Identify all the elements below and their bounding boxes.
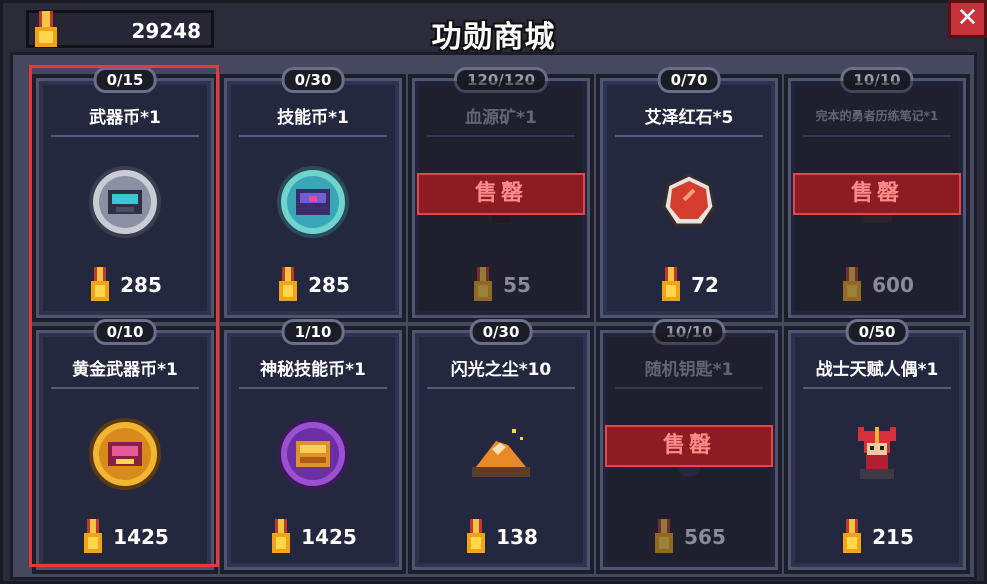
skill-coin-icon (277, 166, 349, 238)
price: 285 (39, 267, 211, 303)
price: 1425 (227, 519, 399, 555)
item-name: 黄金武器币*1 (72, 360, 178, 380)
shop-item-card[interactable]: 0/10 黄金武器币*1 1425 (36, 319, 214, 570)
price: 138 (415, 519, 587, 555)
medal-icon (474, 267, 493, 301)
medal-icon (662, 267, 681, 301)
price-value: 55 (503, 273, 531, 297)
item-name: 完本的勇者历练笔记*1 (815, 109, 939, 123)
price-value: 215 (872, 525, 914, 549)
divider (803, 135, 951, 137)
stock-counter: 0/30 (469, 319, 533, 345)
price-value: 285 (120, 273, 162, 297)
stock-counter: 0/30 (281, 67, 345, 93)
glitter-dust-icon (472, 429, 530, 477)
divider (803, 387, 951, 389)
medal-icon (84, 519, 103, 553)
weapon-coin-icon (89, 166, 161, 238)
price: 215 (791, 519, 963, 555)
sold-out-banner: 售罄 (605, 425, 773, 467)
stock-counter: 10/10 (840, 67, 914, 93)
price-value: 600 (872, 273, 914, 297)
shop-item-card[interactable]: 10/10 随机钥匙*1 售罄 565 (600, 319, 778, 570)
price: 1425 (39, 519, 211, 555)
price: 55 (415, 267, 587, 303)
warrior-doll-icon (858, 427, 896, 479)
shop-item-card[interactable]: 10/10 完本的勇者历练笔记*1 售罄 600 (788, 67, 966, 318)
price: 565 (603, 519, 775, 555)
divider (427, 135, 575, 137)
stock-counter: 10/10 (652, 319, 726, 345)
close-button[interactable]: ✕ (948, 0, 987, 38)
price-value: 565 (684, 525, 726, 549)
price: 285 (227, 267, 399, 303)
medal-icon (272, 519, 291, 553)
item-name: 随机钥匙*1 (644, 360, 734, 380)
shop-item-card[interactable]: 0/50 战士天赋人偶*1 215 (788, 319, 966, 570)
divider (239, 387, 387, 389)
shop-item-card[interactable]: 0/15 武器币*1 285 (36, 67, 214, 318)
stock-counter: 0/10 (93, 319, 157, 345)
divider (239, 135, 387, 137)
sold-out-banner: 售罄 (417, 173, 585, 215)
gold-weapon-coin-icon (89, 418, 161, 490)
medal-icon (843, 267, 862, 301)
price-value: 285 (308, 273, 350, 297)
medal-icon (91, 267, 110, 301)
mystery-skill-coin-icon (277, 418, 349, 490)
divider (615, 387, 763, 389)
price: 72 (603, 267, 775, 303)
medal-icon (279, 267, 298, 301)
divider (615, 135, 763, 137)
item-name: 艾泽红石*5 (644, 108, 734, 128)
price-value: 1425 (301, 525, 357, 549)
item-name: 闪光之尘*10 (450, 360, 552, 380)
medal-icon (655, 519, 674, 553)
stock-counter: 1/10 (281, 319, 345, 345)
stock-counter: 120/120 (453, 67, 549, 93)
item-name: 技能币*1 (277, 108, 349, 128)
item-name: 神秘技能币*1 (260, 360, 366, 380)
shop-item-card[interactable]: 0/70 艾泽红石*5 72 (600, 67, 778, 318)
price-value: 72 (691, 273, 719, 297)
red-stone-icon (662, 173, 716, 227)
shop-item-card[interactable]: 0/30 技能币*1 285 (224, 67, 402, 318)
divider (51, 387, 199, 389)
shop-item-card[interactable]: 1/10 神秘技能币*1 1425 (224, 319, 402, 570)
medal-icon (843, 519, 862, 553)
shop-item-card[interactable]: 120/120 血源矿*1 售罄 55 (412, 67, 590, 318)
page-title: 功勋商城 (431, 20, 556, 55)
stock-counter: 0/15 (93, 67, 157, 93)
price-value: 1425 (113, 525, 169, 549)
price-value: 138 (496, 525, 538, 549)
divider (51, 135, 199, 137)
item-name: 战士天赋人偶*1 (815, 360, 939, 380)
stock-counter: 0/50 (845, 319, 909, 345)
stock-counter: 0/70 (657, 67, 721, 93)
medal-icon (467, 519, 486, 553)
shop-item-card[interactable]: 0/30 闪光之尘*10 138 (412, 319, 590, 570)
sold-out-banner: 售罄 (793, 173, 961, 215)
price: 600 (791, 267, 963, 303)
item-name: 武器币*1 (89, 108, 161, 128)
item-name: 血源矿*1 (465, 108, 537, 128)
divider (427, 387, 575, 389)
